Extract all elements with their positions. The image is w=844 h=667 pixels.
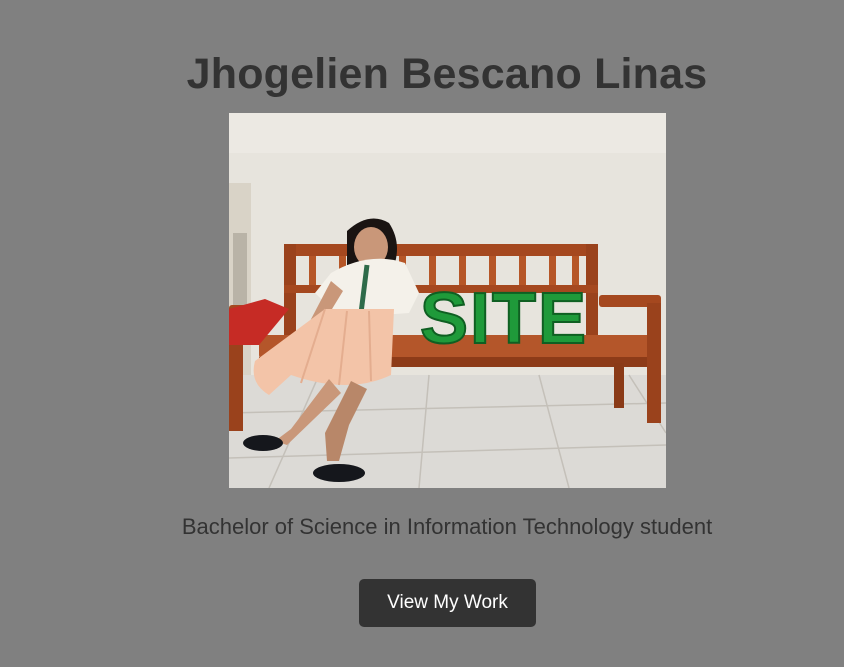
- profile-photo-illustration: SITE: [229, 113, 666, 488]
- sign-text: SITE: [420, 279, 588, 359]
- hero-section: Jhogelien Bescano Linas SITE Bachelor of…: [0, 0, 844, 667]
- profile-photo: SITE: [229, 113, 666, 488]
- view-my-work-button[interactable]: View My Work: [359, 579, 536, 627]
- profile-name: Jhogelien Bescano Linas: [186, 50, 708, 98]
- profile-tagline: Bachelor of Science in Information Techn…: [181, 514, 713, 539]
